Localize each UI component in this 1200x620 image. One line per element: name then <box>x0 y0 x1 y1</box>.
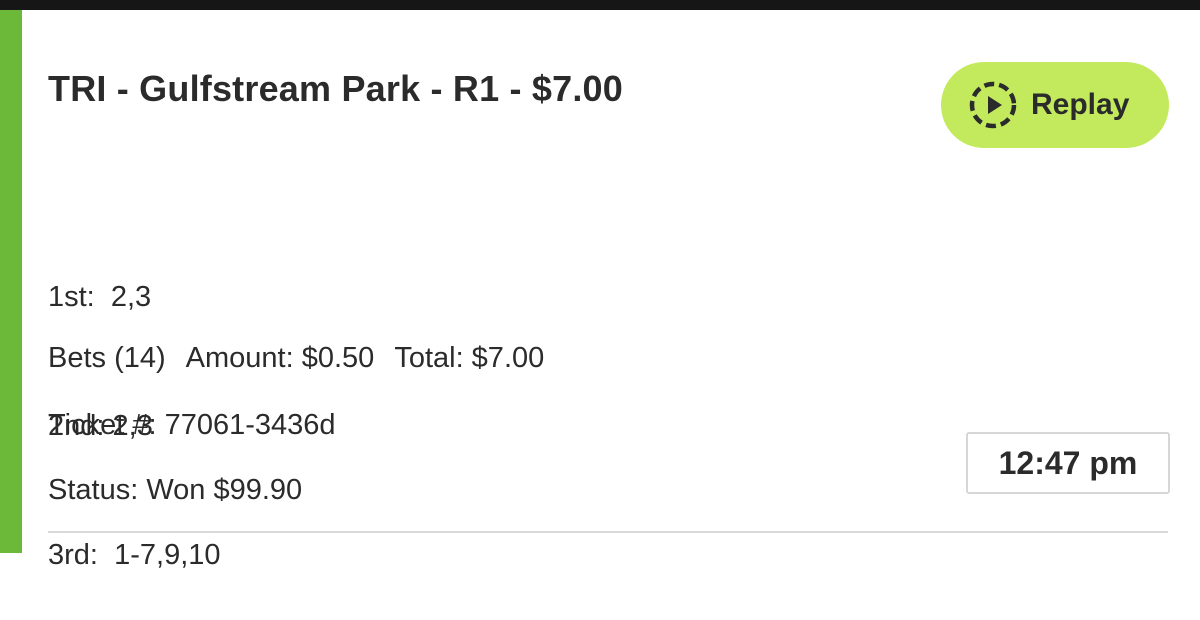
bet-total: Total: $7.00 <box>394 342 545 374</box>
selection-label: 1st: <box>48 281 95 313</box>
replay-icon <box>967 79 1019 131</box>
ticket-time: 12:47 pm <box>966 432 1170 494</box>
bets-summary: Bets (14) Amount: $0.50 Total: $7.00 <box>48 337 544 380</box>
selection-label: 3rd: <box>48 539 98 571</box>
left-accent-stripe <box>0 10 22 553</box>
replay-button[interactable]: Replay <box>941 62 1169 148</box>
replay-button-label: Replay <box>1031 88 1130 121</box>
bet-amount: Amount: $0.50 <box>185 342 375 374</box>
ticket-status: Status: Won $99.90 <box>48 474 303 506</box>
selection-row-3rd: 3rd: 1-7,9,10 <box>48 534 221 577</box>
ticket-number: Ticket #: 77061-3436d <box>48 409 336 441</box>
selection-horses: 2,3 <box>110 281 152 313</box>
divider <box>48 531 1168 533</box>
selection-horses: 1-7,9,10 <box>114 539 221 571</box>
top-bar <box>0 0 1200 10</box>
selection-row-1st: 1st: 2,3 <box>48 276 221 319</box>
ticket-title: TRI - Gulfstream Park - R1 - $7.00 <box>48 68 623 109</box>
bets-count: Bets (14) <box>48 342 166 374</box>
